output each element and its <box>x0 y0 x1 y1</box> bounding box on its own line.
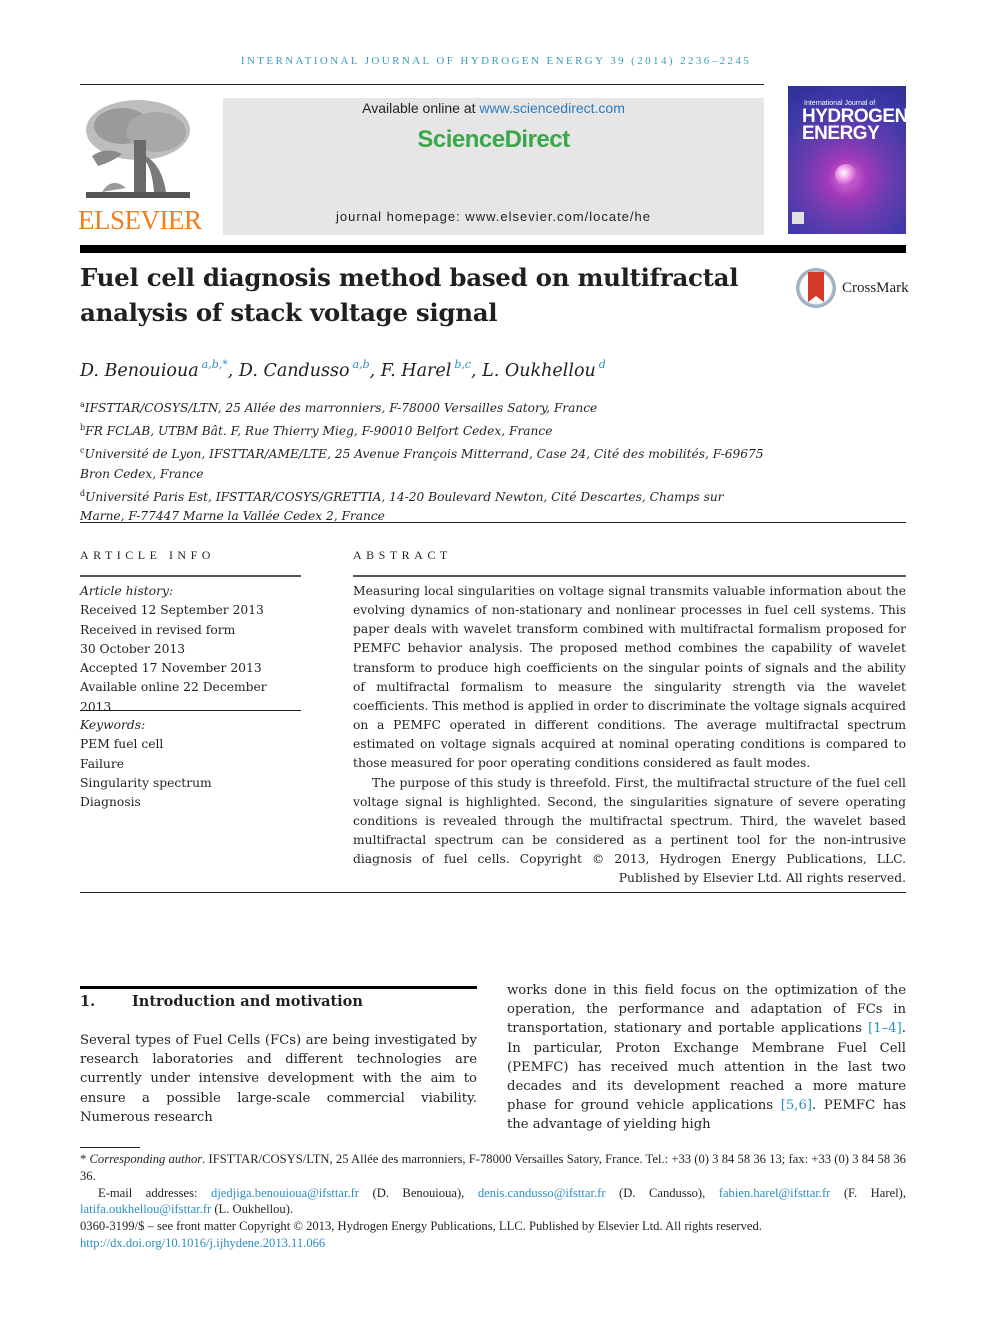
crossmark-badge[interactable]: CrossMark <box>796 268 909 310</box>
header-rule <box>80 84 764 85</box>
author-list: D. Benouioua a,b,*, D. Candusso a,b, F. Ha… <box>80 358 606 381</box>
history-item: Received in revised form <box>80 622 236 637</box>
section-rule <box>80 986 477 989</box>
cover-publisher-icon <box>792 212 804 224</box>
author[interactable]: D. Benouioua a,b,* <box>80 358 228 381</box>
article-title: Fuel cell diagnosis method based on mult… <box>80 263 739 327</box>
email-link[interactable]: latifa.oukhellou@ifsttar.fr <box>80 1202 211 1216</box>
cover-title: HYDROGEN ENERGY <box>802 107 906 144</box>
abstract-body: Measuring local singularities on voltage… <box>353 582 906 889</box>
available-online: Available online at www.sciencedirect.co… <box>223 100 764 116</box>
corresponding-author-note: * Corresponding author. IFSTTAR/COSYS/LT… <box>80 1152 906 1183</box>
footnotes: * Corresponding author. IFSTTAR/COSYS/LT… <box>80 1151 906 1252</box>
email-addresses: E-mail addresses: djedjiga.benouioua@ifs… <box>80 1185 906 1217</box>
affiliations-rule <box>80 522 906 523</box>
author[interactable]: D. Candusso a,b <box>239 358 370 381</box>
author-affiliation-ref[interactable]: a,b,* <box>202 358 228 371</box>
article-history-label: Article history: <box>80 584 174 598</box>
keywords-rule <box>80 710 301 711</box>
elsevier-tree-icon <box>82 96 194 204</box>
section-number: 1. <box>80 993 96 1010</box>
journal-cover[interactable]: International Journal of HYDROGEN ENERGY <box>788 86 906 234</box>
email-link[interactable]: djedjiga.benouioua@ifsttar.fr <box>211 1186 359 1200</box>
keyword: PEM fuel cell <box>80 737 164 752</box>
crossmark-label: CrossMark <box>842 280 909 296</box>
cover-title-line2: ENERGY <box>802 123 880 144</box>
article-info-heading: ARTICLE INFO <box>80 548 215 562</box>
journal-citation-line: INTERNATIONAL JOURNAL OF HYDROGEN ENERGY… <box>240 55 752 67</box>
elsevier-wordmark: ELSEVIER <box>78 205 202 235</box>
abstract-paragraph: The purpose of this study is threefold. … <box>353 775 906 886</box>
sciencedirect-brand[interactable]: ScienceDirect <box>223 126 764 154</box>
citation-link[interactable]: [1–4] <box>868 1021 902 1036</box>
history-item: Received 12 September 2013 <box>80 603 264 618</box>
citation-link[interactable]: [5,6] <box>781 1098 812 1113</box>
body-column-right: works done in this field focus on the op… <box>507 981 906 1135</box>
email-link[interactable]: denis.candusso@ifsttar.fr <box>478 1186 606 1200</box>
body-paragraph: works done in this field focus on the op… <box>507 983 906 1133</box>
issn-line: 0360-3199/$ – see front matter Copyright… <box>80 1219 762 1234</box>
section-heading: 1. Introduction and motivation <box>80 993 363 1010</box>
keyword: Failure <box>80 756 124 771</box>
doi-link[interactable]: http://dx.doi.org/10.1016/j.ijhydene.201… <box>80 1236 325 1250</box>
history-item: Available online 22 December 2013 <box>80 680 267 714</box>
footnote-rule <box>80 1147 140 1148</box>
article-history: Article history: Received 12 September 2… <box>80 582 301 717</box>
available-online-label: Available online at <box>362 100 480 116</box>
section-title: Introduction and motivation <box>132 993 363 1010</box>
affiliation: dUniversité Paris Est, IFSTTAR/COSYS/GRE… <box>80 488 724 524</box>
sciencedirect-link[interactable]: www.sciencedirect.com <box>479 100 625 116</box>
body-column-left: Several types of Fuel Cells (FCs) are be… <box>80 1031 477 1127</box>
history-item: Accepted 17 November 2013 <box>80 661 262 676</box>
history-item: 30 October 2013 <box>80 641 186 656</box>
author-affiliation-ref[interactable]: a,b <box>353 358 370 371</box>
author-affiliation-ref[interactable]: b,c <box>454 358 471 371</box>
author[interactable]: F. Harel b,c <box>381 358 471 381</box>
keyword: Diagnosis <box>80 795 141 810</box>
cover-orb-icon <box>835 164 857 186</box>
affiliations: aIFSTTAR/COSYS/LTN, 25 Allée des marronn… <box>80 395 770 526</box>
affiliation: bFR FCLAB, UTBM Bât. F, Rue Thierry Mieg… <box>80 423 553 439</box>
front-matter-rule <box>80 892 906 893</box>
author[interactable]: L. Oukhellou d <box>482 358 606 381</box>
abstract-rule <box>353 575 906 577</box>
affiliation: aIFSTTAR/COSYS/LTN, 25 Allée des marronn… <box>80 400 598 415</box>
keyword: Singularity spectrum <box>80 775 212 790</box>
abstract-heading: ABSTRACT <box>353 548 452 562</box>
keywords-label: Keywords: <box>80 718 146 732</box>
affiliation: cUniversité de Lyon, IFSTTAR/AME/LTE, 25… <box>80 446 764 481</box>
journal-homepage[interactable]: journal homepage: www.elsevier.com/locat… <box>223 209 764 224</box>
elsevier-logo[interactable]: ELSEVIER <box>78 96 202 236</box>
keywords: Keywords: PEM fuel cell Failure Singular… <box>80 716 301 812</box>
abstract-paragraph: Measuring local singularities on voltage… <box>353 584 906 771</box>
article-info-rule <box>80 575 301 577</box>
body-paragraph: Several types of Fuel Cells (FCs) are be… <box>80 1033 477 1125</box>
email-link[interactable]: fabien.harel@ifsttar.fr <box>719 1186 831 1200</box>
sciencedirect-banner: Available online at www.sciencedirect.co… <box>223 98 764 235</box>
author-affiliation-ref[interactable]: d <box>599 358 606 371</box>
header-thick-rule <box>80 245 906 253</box>
